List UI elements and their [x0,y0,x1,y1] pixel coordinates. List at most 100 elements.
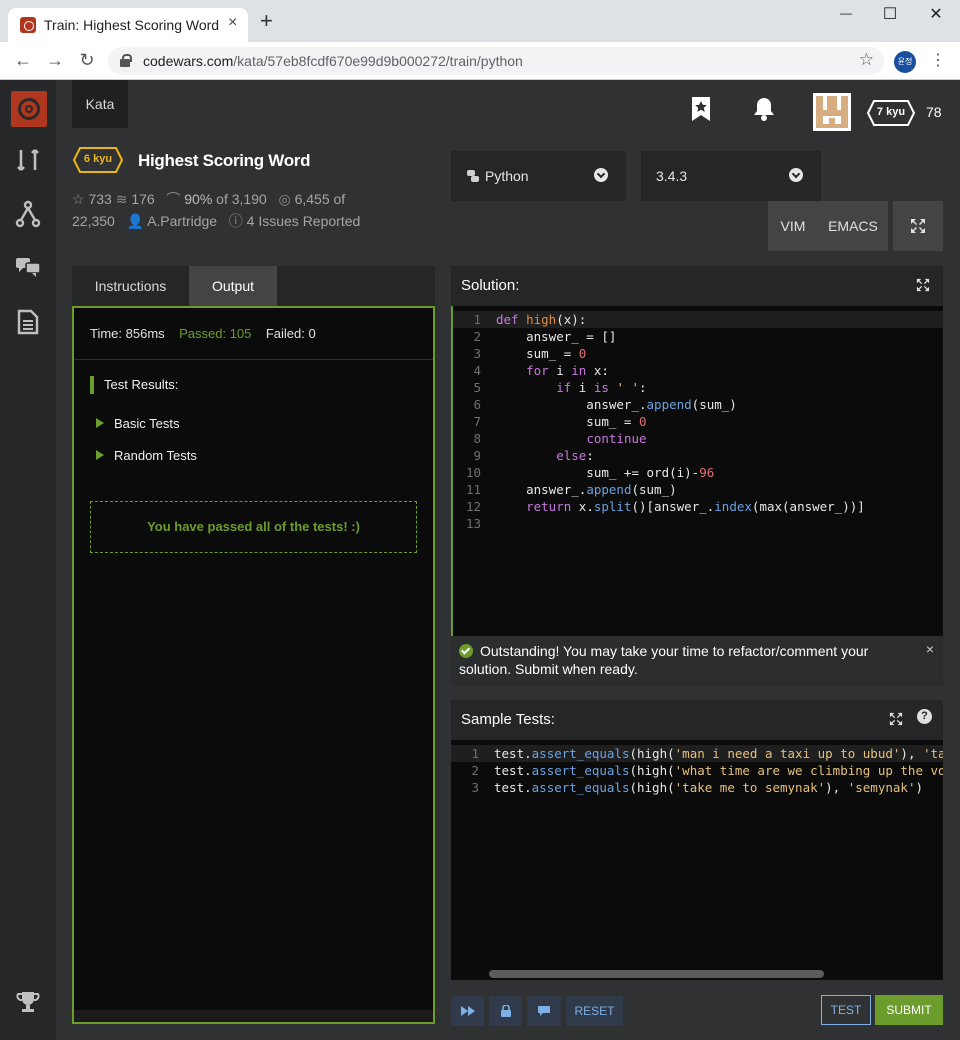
success-notice-text: Outstanding! You may take your time to r… [459,643,869,677]
practice-icon[interactable] [14,146,42,174]
reload-icon[interactable]: ↻ [76,50,98,71]
browser-menu-icon[interactable]: ⋮ [930,50,946,70]
trophy-icon[interactable] [14,988,42,1016]
code-line: 5 if i is ' ': [473,380,647,395]
lock-icon [500,1004,511,1017]
stars-count: 733 [88,191,112,207]
submit-button[interactable]: SUBMIT [875,995,943,1025]
collections-count: 176 [131,191,155,207]
fork-icon[interactable] [14,200,42,228]
user-avatar[interactable] [813,93,851,131]
expand-triangle-icon [96,450,104,460]
completed-of: of [333,191,346,207]
completed-target-icon: ◎ [278,191,291,207]
tab-instructions[interactable]: Instructions [72,266,189,306]
code-line: 2 test.assert_equals(high('what time are … [471,763,943,778]
bookmark-star-icon[interactable]: ☆ [859,50,874,70]
code-line: 4 for i in x: [473,363,609,378]
user-rank-label: 7 kyu [876,106,906,118]
code-line: 8 continue [473,431,647,446]
kata-kyu-badge: 6 kyu [72,146,124,174]
chevron-down-icon [789,168,803,182]
bookmark-icon[interactable] [690,96,712,122]
help-icon[interactable]: ? [917,709,932,724]
chat-bubble-icon [538,1006,550,1016]
language-select[interactable]: Python [451,151,626,201]
discuss-button[interactable] [527,996,561,1026]
panel-footer [74,1010,433,1022]
sample-tests-title: Sample Tests: [461,711,555,728]
code-line: 1 test.assert_equals(high('man i need a t… [451,745,943,762]
minimize-button[interactable]: — [826,6,866,20]
new-tab-button[interactable]: + [260,10,273,32]
satisfaction-of: of [216,191,228,207]
votes-count: 3,190 [231,191,267,207]
browser-titlebar: Train: Highest Scoring Word × + — ☐ ✕ [0,0,960,42]
code-line: 13 [465,516,481,531]
version-select[interactable]: 3.4.3 [641,151,821,201]
solution-editor[interactable]: 1 def high(x): 2 answer_ = [] 3 sum_ = 0 … [451,306,943,636]
kata-kyu-label: 6 kyu [83,153,113,165]
python-icon [467,170,479,182]
code-line: 10 sum_ += ord(i)-96 [465,465,715,480]
tab-close-icon[interactable]: × [228,14,237,32]
kata-stats: ☆ 733 ≋ 176 ⌒ 90% of 3,190 ◎ 6,455 of 22… [72,188,382,232]
forward-arrow-icon[interactable]: → [44,50,66,71]
code-line: 3 sum_ = 0 [473,346,587,361]
expand-icon[interactable] [916,278,930,292]
left-panel-tabs: Instructions Output [72,266,435,306]
code-line: 2 answer_ = [] [473,329,617,344]
code-line: 3 test.assert_equals(high('take me to sem… [471,780,923,795]
vim-mode-button[interactable]: VIM [768,201,818,251]
emacs-mode-button[interactable]: EMACS [818,201,888,251]
expand-icon[interactable] [889,712,903,726]
profile-avatar[interactable]: 윤정 [894,51,916,73]
code-line: 9 else: [473,448,594,463]
tab-output[interactable]: Output [189,266,277,306]
test-group-label: Basic Tests [114,416,180,431]
satisfaction-rating: 90% [184,191,213,207]
skip-button[interactable] [451,996,484,1026]
solution-header: Solution: [451,266,943,306]
fullscreen-button[interactable] [893,201,943,251]
test-group-random[interactable]: Random Tests [96,448,197,463]
scrollbar-thumb[interactable] [489,970,824,978]
browser-tab[interactable]: Train: Highest Scoring Word × [8,8,248,42]
kata-title[interactable]: Highest Scoring Word [138,151,311,171]
reset-button[interactable]: RESET [566,996,623,1026]
star-icon[interactable]: ☆ [72,191,85,207]
collections-icon[interactable]: ≋ [116,191,128,207]
author-icon: 👤 [126,213,144,229]
maximize-button[interactable]: ☐ [870,4,910,24]
kata-nav-tab[interactable]: Kata [72,80,128,128]
chevron-down-icon [594,168,608,182]
satisfaction-icon: ⌒ [166,191,181,207]
url-text[interactable]: codewars.com/kata/57eb8fcdf670e99d9b0002… [143,53,523,69]
unlock-solutions-button[interactable] [489,996,522,1026]
kata-author[interactable]: A.Partridge [147,213,217,229]
notification-bell-icon[interactable] [752,96,776,122]
output-panel: Time: 856ms Passed: 105 Failed: 0 Test R… [72,306,435,1024]
close-window-button[interactable]: ✕ [916,4,956,24]
close-icon[interactable]: × [926,640,934,658]
code-line: 11 answer_.append(sum_) [465,482,677,497]
codewars-logo-icon[interactable] [11,91,47,127]
sample-tests-editor[interactable]: 1 test.assert_equals(high('man i need a t… [451,740,943,968]
version-label: 3.4.3 [656,168,688,184]
test-group-basic[interactable]: Basic Tests [96,416,180,431]
issues-reported[interactable]: 4 Issues Reported [247,213,361,229]
discuss-icon[interactable] [14,252,42,280]
user-rank-badge[interactable]: 7 kyu [866,99,916,127]
code-line: 7 sum_ = 0 [473,414,647,429]
lock-icon[interactable] [120,54,132,67]
address-bar[interactable]: codewars.com/kata/57eb8fcdf670e99d9b0002… [108,47,884,75]
docs-icon[interactable] [14,308,42,336]
check-circle-icon [459,644,473,658]
test-button[interactable]: TEST [821,995,871,1025]
back-arrow-icon[interactable]: ← [12,50,34,71]
issues-icon: ⓘ [228,213,243,229]
language-label: Python [485,168,529,184]
time-label: Time: 856ms [90,326,165,341]
horizontal-scrollbar[interactable] [451,968,943,980]
failed-count: Failed: 0 [265,326,316,341]
